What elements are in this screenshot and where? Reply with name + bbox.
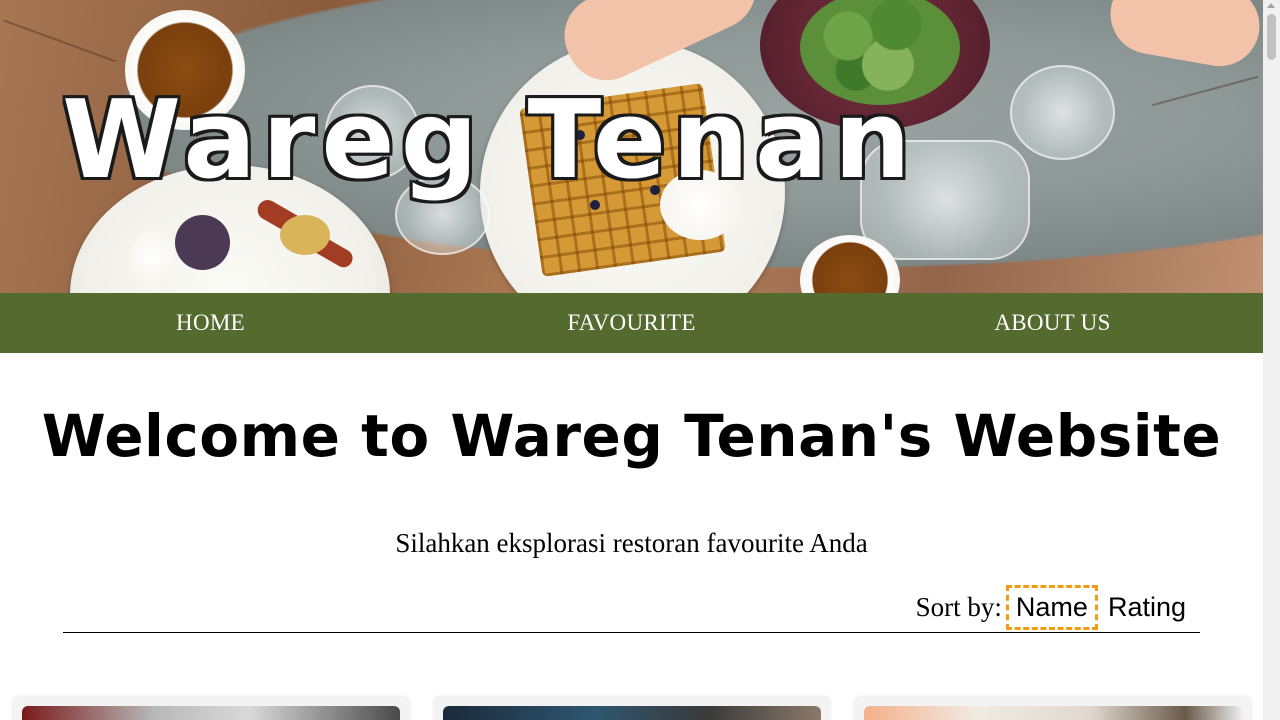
scrollbar-thumb[interactable]	[1267, 14, 1276, 60]
potato-image	[280, 215, 330, 255]
egg-image	[130, 230, 175, 285]
page-scrollbar[interactable]	[1263, 0, 1280, 720]
welcome-heading: Welcome to Wareg Tenan's Website	[41, 402, 1222, 470]
glass-image	[1010, 65, 1115, 160]
restaurant-card[interactable]	[855, 697, 1251, 720]
hand-image	[1104, 0, 1263, 73]
sort-by-rating-button[interactable]: Rating	[1098, 585, 1196, 630]
chevron-up-icon[interactable]	[1267, 3, 1275, 8]
restaurant-image	[443, 706, 821, 720]
sort-bar: Sort by: Name Rating	[63, 583, 1200, 633]
site-title: Wareg Tenan	[62, 78, 917, 203]
nav-item-about-us[interactable]: ABOUT US	[842, 310, 1263, 336]
restaurant-image	[864, 706, 1242, 720]
food-image	[175, 215, 230, 270]
restaurant-card[interactable]	[434, 697, 830, 720]
restaurant-image	[22, 706, 400, 720]
sort-label: Sort by:	[915, 592, 1002, 622]
welcome-subtitle: Silahkan eksplorasi restoran favourite A…	[395, 528, 868, 558]
nav-item-home[interactable]: HOME	[0, 310, 421, 336]
nav-item-favourite[interactable]: FAVOURITE	[421, 310, 842, 336]
wood-grain	[1151, 75, 1259, 107]
hero-banner: Wareg Tenan	[0, 0, 1263, 293]
sort-by-name-button[interactable]: Name	[1005, 585, 1098, 630]
main-nav: HOME FAVOURITE ABOUT US	[0, 293, 1263, 353]
restaurant-card[interactable]	[13, 697, 409, 720]
wood-grain	[3, 19, 117, 63]
